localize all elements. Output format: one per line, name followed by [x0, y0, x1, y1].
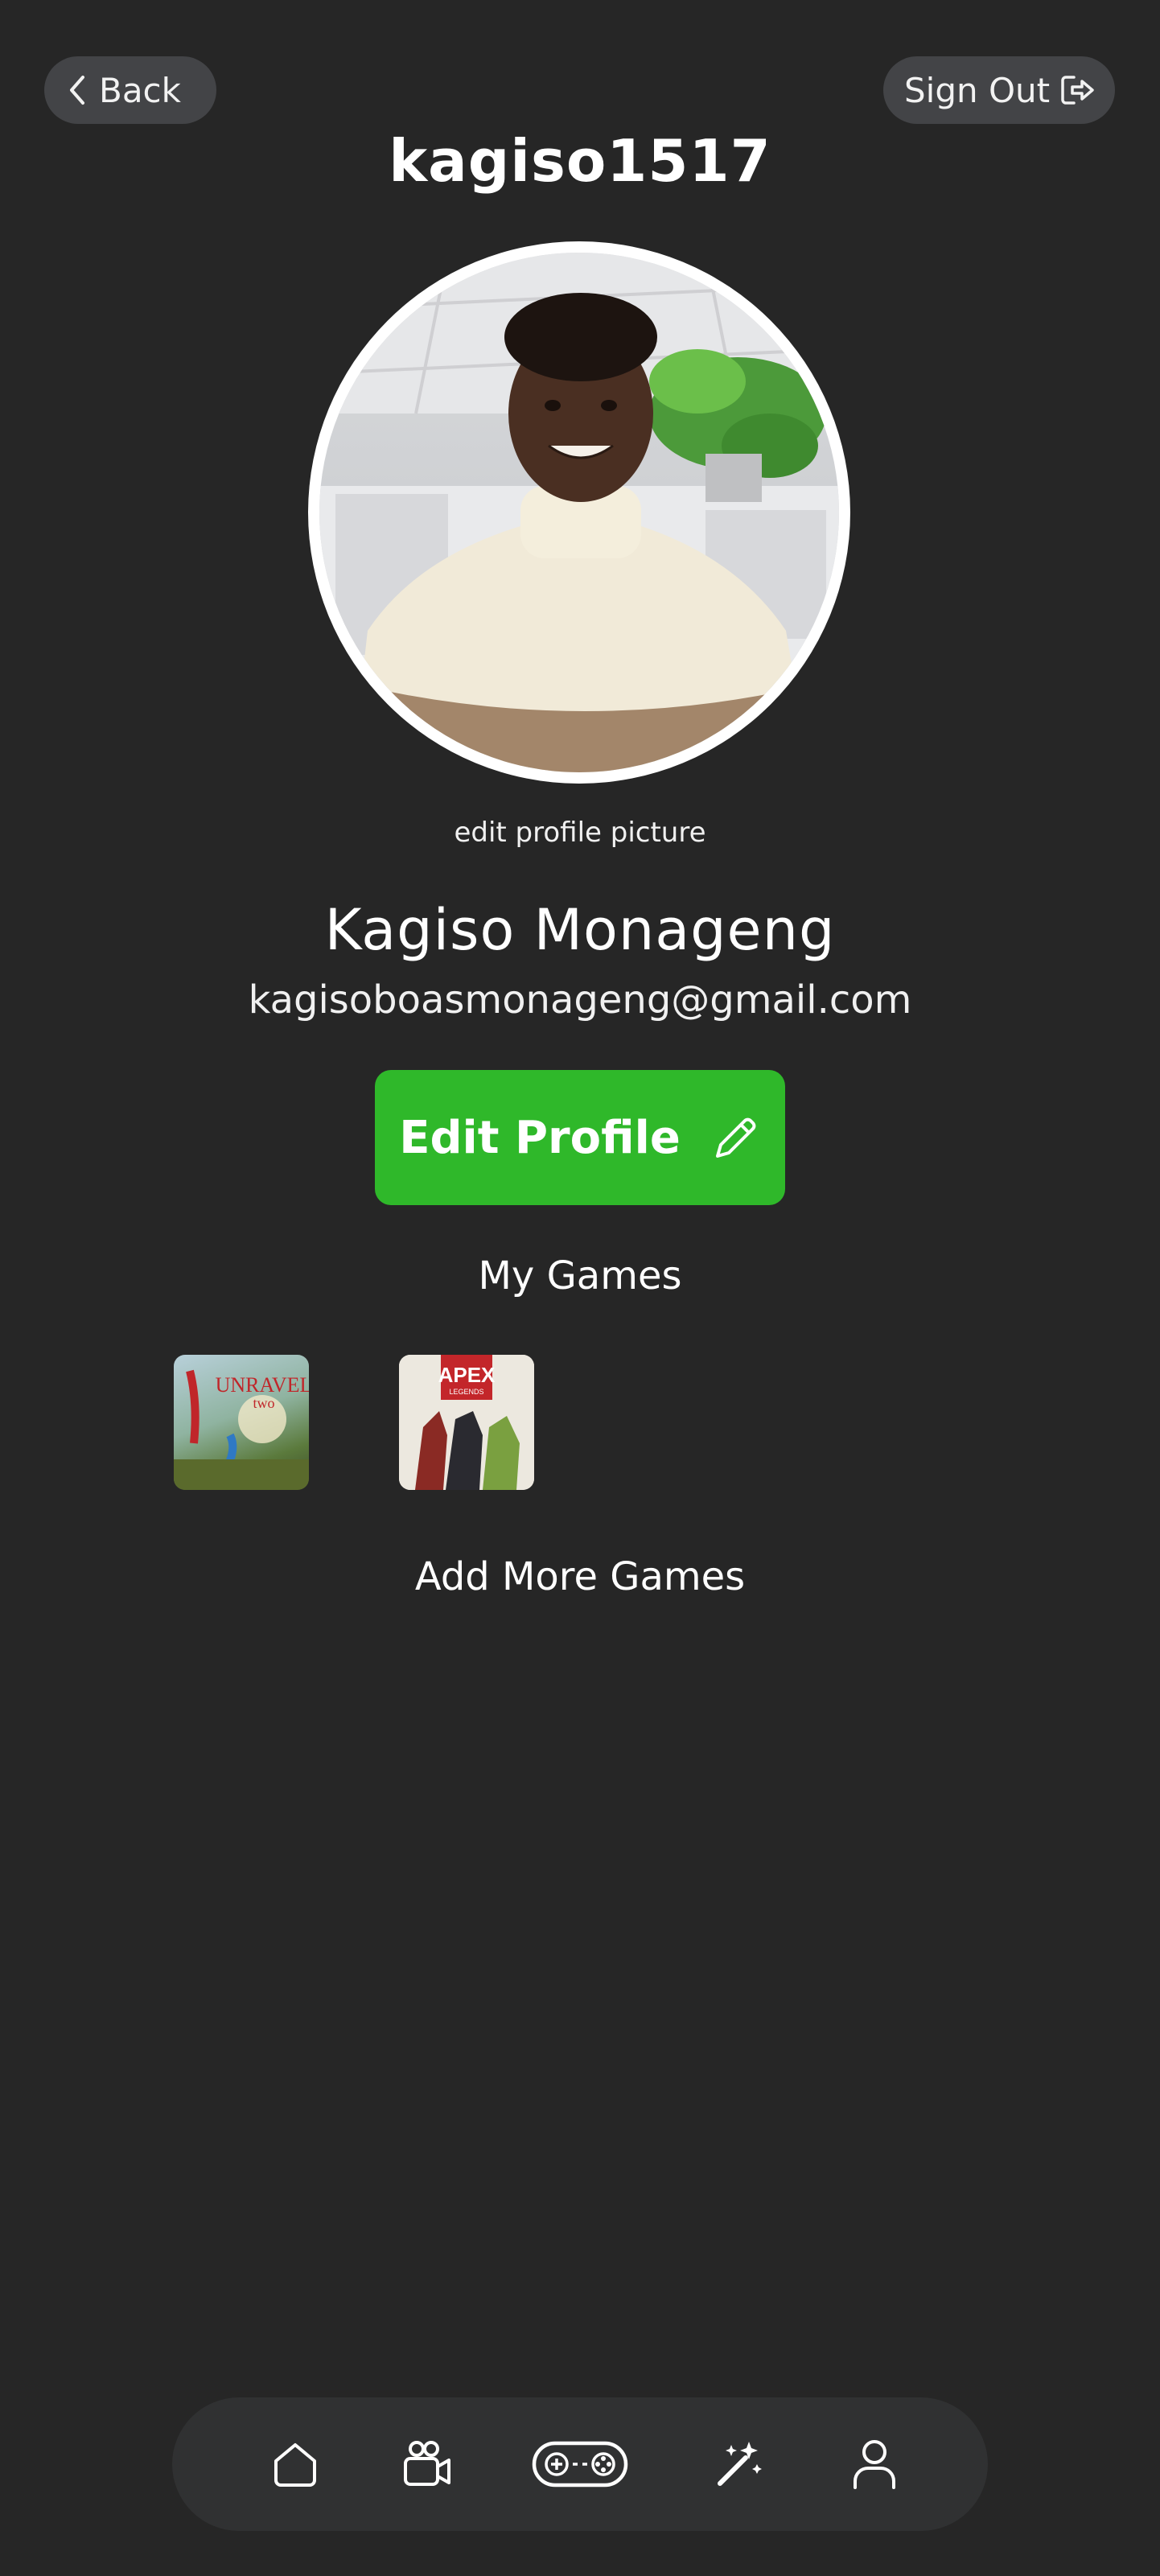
sign-out-label: Sign Out [904, 70, 1051, 110]
game-tile-apex-legends[interactable]: APEX LEGENDS [399, 1355, 534, 1490]
home-icon [274, 2443, 316, 2487]
sign-out-button[interactable]: Sign Out [883, 56, 1115, 124]
nav-home[interactable] [251, 2397, 339, 2531]
profile-photo [319, 253, 839, 772]
edit-profile-button[interactable]: Edit Profile [375, 1070, 785, 1205]
nav-profile[interactable] [830, 2397, 919, 2531]
my-games-heading: My Games [478, 1253, 682, 1298]
pencil-icon [715, 1117, 756, 1158]
profile-email: kagisoboasmonageng@gmail.com [248, 977, 912, 1023]
sign-out-icon [1061, 76, 1094, 105]
svg-text:UNRAVEL: UNRAVEL [216, 1373, 309, 1397]
page-title-username: kagiso1517 [389, 127, 771, 195]
svg-text:LEGENDS: LEGENDS [449, 1388, 483, 1396]
gamepad-icon [532, 2441, 628, 2488]
bottom-nav-bar [172, 2397, 988, 2531]
nav-games[interactable] [520, 2397, 640, 2531]
avatar[interactable] [308, 241, 850, 784]
profile-full-name: Kagiso Monageng [324, 897, 836, 963]
edit-profile-picture-link[interactable]: edit profile picture [0, 817, 1160, 849]
video-camera-icon [404, 2441, 450, 2486]
chevron-left-icon [70, 76, 84, 105]
svg-text:APEX: APEX [438, 1363, 496, 1387]
game-tile-unravel-two[interactable]: UNRAVEL two [174, 1355, 309, 1490]
back-label: Back [99, 70, 181, 110]
add-more-games-button[interactable]: Add More Games [0, 1554, 1160, 1599]
user-icon [854, 2440, 895, 2489]
nav-create[interactable] [695, 2397, 784, 2531]
magic-wand-icon [718, 2442, 762, 2486]
nav-videos[interactable] [383, 2397, 471, 2531]
svg-text:two: two [253, 1395, 275, 1411]
back-button[interactable]: Back [44, 56, 216, 124]
edit-profile-label: Edit Profile [399, 1111, 681, 1164]
